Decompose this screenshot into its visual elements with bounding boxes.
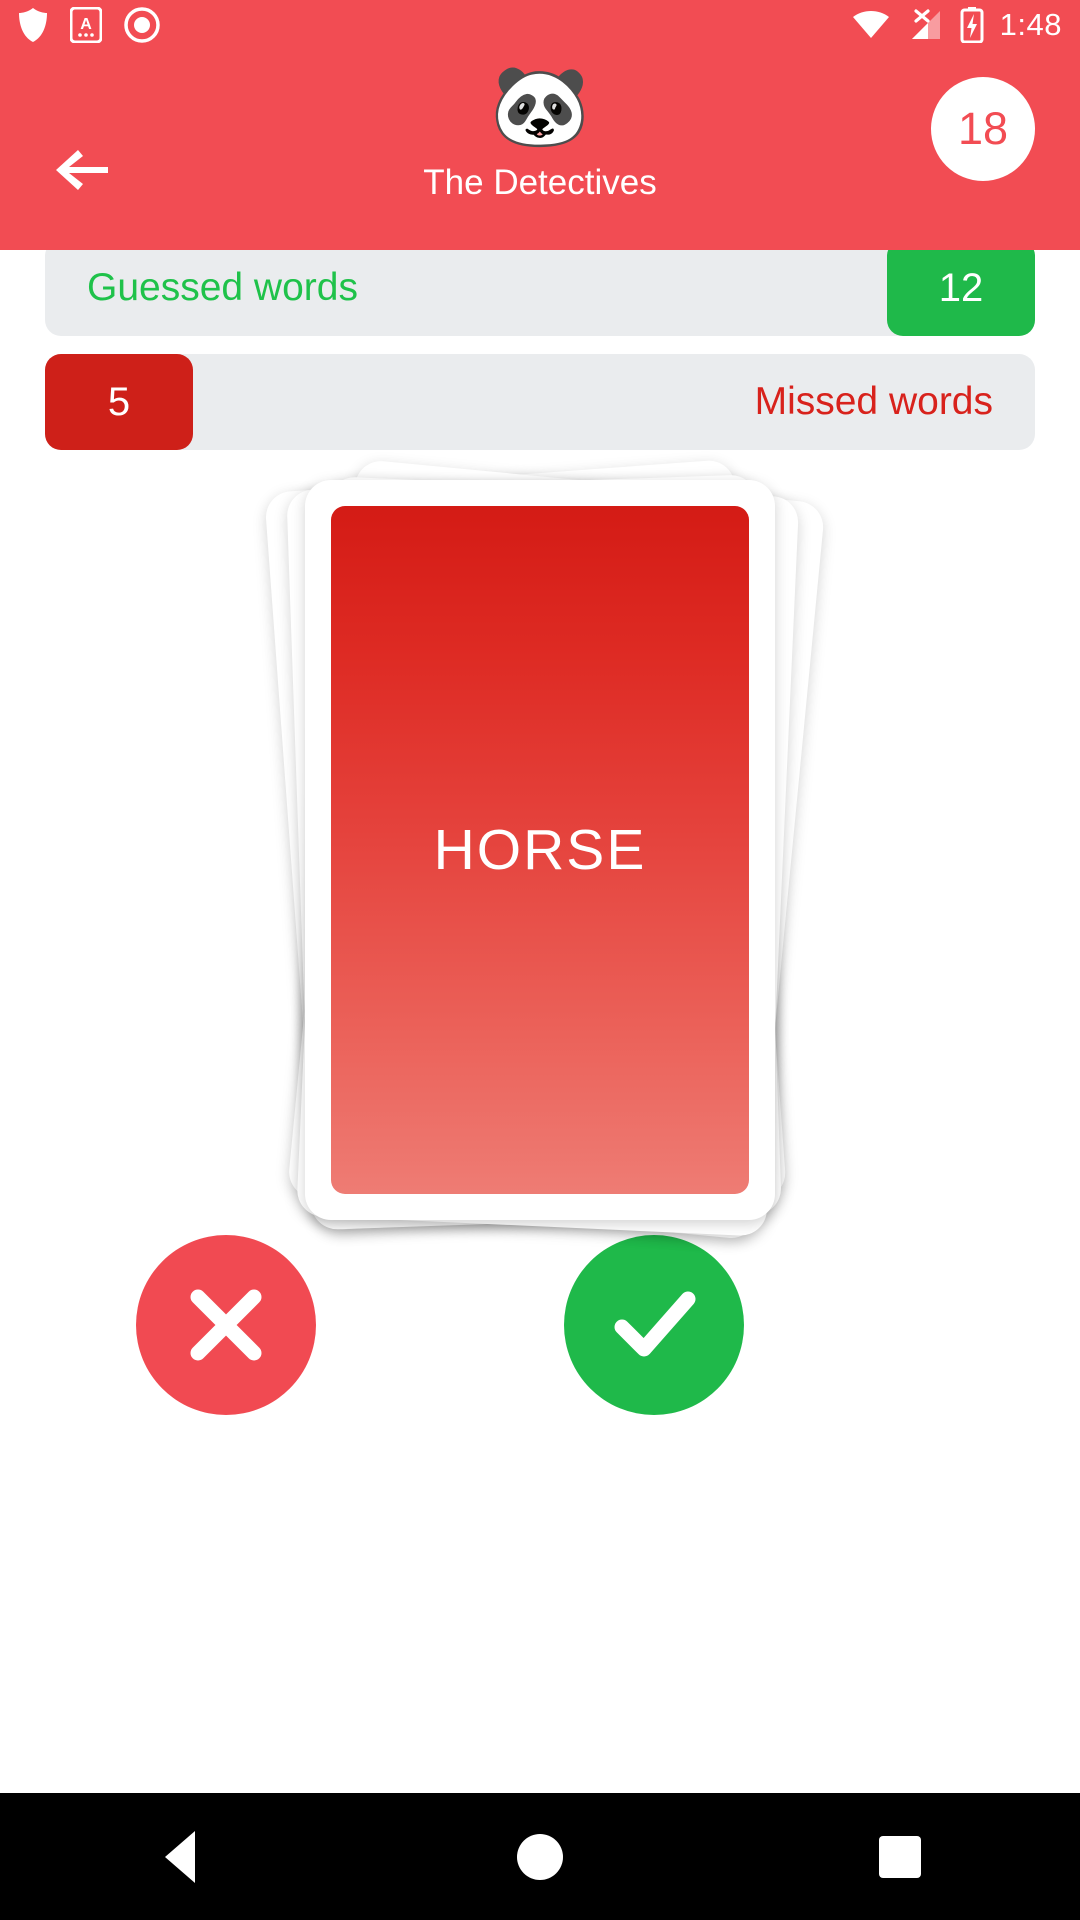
missed-words-count: 5 — [45, 354, 193, 450]
nav-back-button[interactable] — [110, 1793, 250, 1920]
home-circle-icon — [517, 1833, 563, 1880]
card-face: HORSE — [331, 506, 749, 1194]
shield-icon — [19, 8, 47, 42]
back-triangle-icon — [165, 1830, 195, 1883]
status-bar-clock: 1:48 — [999, 7, 1062, 42]
accept-button[interactable] — [564, 1235, 744, 1415]
check-icon — [614, 1291, 696, 1357]
team-name: The Detectives — [423, 163, 657, 202]
round-timer-badge: 18 — [931, 77, 1035, 181]
guessed-words-bar[interactable]: Guessed words 12 — [45, 240, 1035, 336]
card-word-text: HORSE — [433, 818, 647, 882]
wifi-icon — [852, 11, 889, 38]
cellular-no-sim-icon — [911, 9, 940, 39]
app-a-icon: A — [70, 7, 102, 43]
guessed-words-label: Guessed words — [87, 266, 358, 309]
svg-text:A: A — [80, 16, 92, 33]
guessed-words-count: 12 — [887, 240, 1035, 336]
round-timer-value: 18 — [957, 103, 1009, 154]
missed-words-label: Missed words — [754, 380, 993, 423]
close-x-icon — [190, 1289, 262, 1361]
active-word-card[interactable]: HORSE — [305, 480, 775, 1220]
reject-button[interactable] — [136, 1235, 316, 1415]
nav-home-button[interactable] — [470, 1793, 610, 1920]
screen-record-icon — [124, 7, 160, 43]
app-screen: 🐼 The Detectives 18 A 1:48 Guessed words… — [0, 0, 1080, 1920]
status-bar-right-icons: 1:48 — [852, 7, 1062, 43]
team-avatar-emoji: 🐼 — [490, 59, 590, 152]
missed-words-bar[interactable]: 5 Missed words — [45, 354, 1035, 450]
status-bar: A 1:48 — [0, 0, 1080, 50]
battery-charging-icon — [960, 7, 984, 43]
status-bar-left-icons: A — [18, 7, 160, 43]
word-card-stack[interactable]: HORSE — [0, 450, 1080, 1260]
nav-recents-button[interactable] — [830, 1793, 970, 1920]
android-nav-bar — [0, 1793, 1080, 1920]
recents-square-icon — [879, 1835, 921, 1878]
